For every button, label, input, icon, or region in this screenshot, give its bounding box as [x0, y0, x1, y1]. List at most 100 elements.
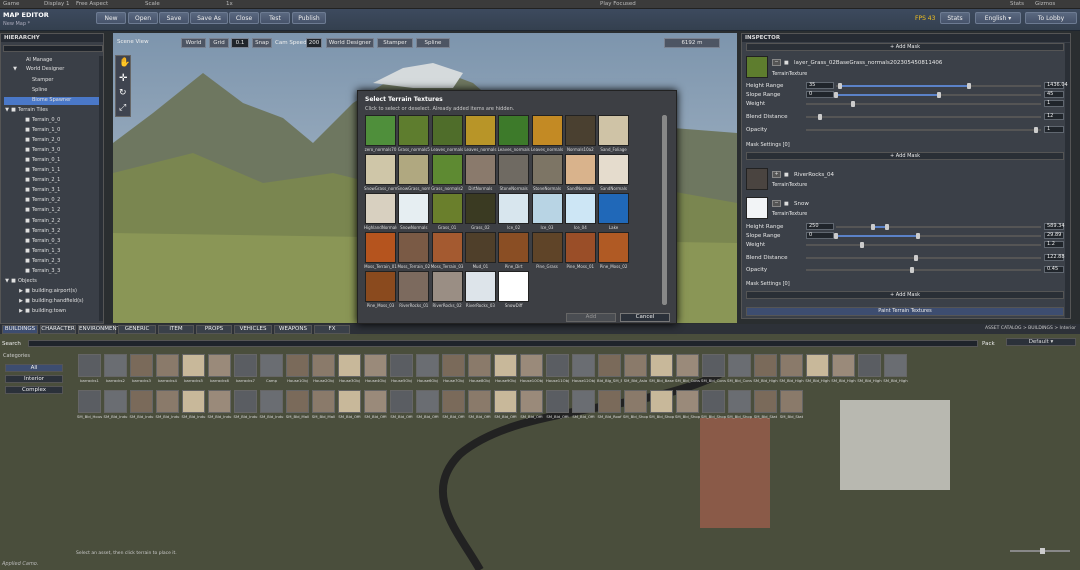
asset-thumbnail[interactable]	[208, 390, 231, 413]
expand-arrow-icon[interactable]: ▼	[0, 107, 9, 113]
texture-tile[interactable]	[398, 115, 430, 146]
hierarchy-item[interactable]: ■ Terrain_1_2	[14, 207, 60, 213]
texture-tile[interactable]	[431, 271, 463, 302]
asset-thumbnail[interactable]	[442, 390, 465, 413]
slider-handle[interactable]	[967, 83, 972, 89]
thumbnail-size-slider[interactable]	[1010, 548, 1070, 554]
slider-handle[interactable]	[870, 224, 875, 230]
asset-thumbnail[interactable]	[234, 390, 257, 413]
scale-value[interactable]: 1x	[226, 1, 233, 7]
texture-tile[interactable]	[598, 193, 630, 224]
slider-handle[interactable]	[936, 92, 941, 98]
opacity-slider[interactable]	[806, 127, 1041, 133]
asset-thumbnail[interactable]	[754, 354, 777, 377]
tab-buildings[interactable]: BUILDINGS	[2, 325, 38, 334]
stats-toggle[interactable]: Stats	[1010, 1, 1024, 7]
tab-vehicles[interactable]: VEHICLES	[234, 325, 272, 334]
texture-tile[interactable]	[365, 115, 396, 146]
asset-thumbnail[interactable]	[286, 390, 309, 413]
add-mask-button[interactable]: + Add Mask	[746, 291, 1064, 299]
hierarchy-item[interactable]: ■ Terrain_1_0	[14, 127, 60, 133]
texture-tile[interactable]	[398, 232, 430, 263]
dialog-scrollbar[interactable]	[662, 115, 667, 305]
hierarchy-item[interactable]: ■ Terrain_2_3	[14, 258, 60, 264]
asset-thumbnail[interactable]	[832, 354, 855, 377]
asset-thumbnail[interactable]	[182, 390, 205, 413]
tab-props[interactable]: PROPS	[196, 325, 232, 334]
texture-tile[interactable]	[598, 232, 630, 263]
hierarchy-item[interactable]: ▼ World Designer	[8, 66, 64, 72]
texture-tile[interactable]	[365, 271, 396, 302]
save-button[interactable]: Save	[159, 12, 189, 24]
hierarchy-item[interactable]: ▼ ■ Objects	[0, 278, 37, 284]
category-all[interactable]: All	[5, 364, 63, 372]
game-tab[interactable]: Game	[3, 1, 19, 7]
asset-thumbnail[interactable]	[494, 354, 517, 377]
category-interior[interactable]: Interior	[5, 375, 63, 383]
asset-thumbnail[interactable]	[728, 390, 751, 413]
opacity-input[interactable]: 0.45	[1044, 266, 1064, 273]
stats-button[interactable]: Stats	[940, 12, 970, 24]
hierarchy-item[interactable]: ▼ ■ Terrain Tiles	[0, 107, 48, 113]
hierarchy-item[interactable]: ■ Terrain_1_1	[14, 167, 60, 173]
asset-thumbnail[interactable]	[598, 354, 621, 377]
asset-thumbnail[interactable]	[624, 354, 647, 377]
asset-thumbnail[interactable]	[104, 390, 127, 413]
texture-tile[interactable]	[498, 271, 530, 302]
asset-thumbnail[interactable]	[156, 390, 179, 413]
texture-tile[interactable]	[531, 115, 563, 146]
asset-thumbnail[interactable]	[208, 354, 231, 377]
asset-thumbnail[interactable]	[468, 354, 491, 377]
test-button[interactable]: Test	[260, 12, 290, 24]
world-toggle[interactable]: World	[181, 38, 206, 48]
hierarchy-scrollbar[interactable]	[99, 56, 103, 321]
weight-slider[interactable]	[806, 101, 1041, 107]
asset-thumbnail[interactable]	[416, 390, 439, 413]
asset-thumbnail[interactable]	[702, 354, 725, 377]
texture-tile[interactable]	[464, 232, 496, 263]
blend-distance-slider[interactable]	[806, 114, 1041, 120]
weight-input[interactable]: 1	[1044, 100, 1064, 107]
texture-tile[interactable]	[365, 232, 396, 263]
slider-handle[interactable]	[885, 224, 890, 230]
hierarchy-item[interactable]: Biome Spawner	[14, 97, 71, 103]
texture-tile[interactable]	[598, 154, 630, 185]
asset-thumbnail[interactable]	[260, 354, 283, 377]
asset-search-input[interactable]	[28, 340, 978, 347]
expand-arrow-icon[interactable]: ▼	[0, 278, 9, 284]
texture-tile[interactable]	[464, 193, 496, 224]
grid-size-input[interactable]: 0.1	[231, 38, 249, 48]
texture-tile[interactable]	[498, 154, 530, 185]
grid-toggle[interactable]: Grid	[209, 38, 229, 48]
spline-button[interactable]: Spline	[416, 38, 450, 48]
texture-tile[interactable]	[431, 232, 463, 263]
hierarchy-item[interactable]: AI Manage	[8, 57, 52, 63]
save-as-button[interactable]: Save As	[190, 12, 228, 24]
asset-thumbnail[interactable]	[130, 354, 153, 377]
asset-thumbnail[interactable]	[858, 354, 881, 377]
publish-button[interactable]: Publish	[292, 12, 326, 24]
texture-tile[interactable]	[464, 154, 496, 185]
open-button[interactable]: Open	[128, 12, 158, 24]
asset-thumbnail[interactable]	[650, 390, 673, 413]
asset-thumbnail[interactable]	[520, 390, 543, 413]
weight-input[interactable]: 1.2	[1044, 241, 1064, 248]
layer-collapse-button[interactable]: −	[772, 59, 781, 66]
hierarchy-search-input[interactable]	[3, 45, 103, 52]
slider-handle[interactable]	[860, 242, 865, 248]
asset-thumbnail[interactable]	[364, 390, 387, 413]
play-focused-select[interactable]: Play Focused	[600, 1, 636, 7]
tab-weapons[interactable]: WEAPONS	[274, 325, 312, 334]
blend-distance-input[interactable]: 122.88	[1044, 254, 1065, 261]
hierarchy-item[interactable]: ▶ ■ building:town	[14, 308, 66, 314]
weight-slider[interactable]	[806, 242, 1041, 248]
blend-distance-input[interactable]: 12	[1044, 113, 1064, 120]
expand-arrow-icon[interactable]: ▶	[14, 298, 23, 304]
asset-thumbnail[interactable]	[806, 354, 829, 377]
asset-thumbnail[interactable]	[676, 354, 699, 377]
add-button[interactable]: Add	[566, 313, 616, 322]
asset-thumbnail[interactable]	[312, 354, 335, 377]
hierarchy-item[interactable]: ■ Terrain_3_0	[14, 147, 60, 153]
add-mask-button[interactable]: + Add Mask	[746, 152, 1064, 160]
texture-tile[interactable]	[598, 115, 630, 146]
